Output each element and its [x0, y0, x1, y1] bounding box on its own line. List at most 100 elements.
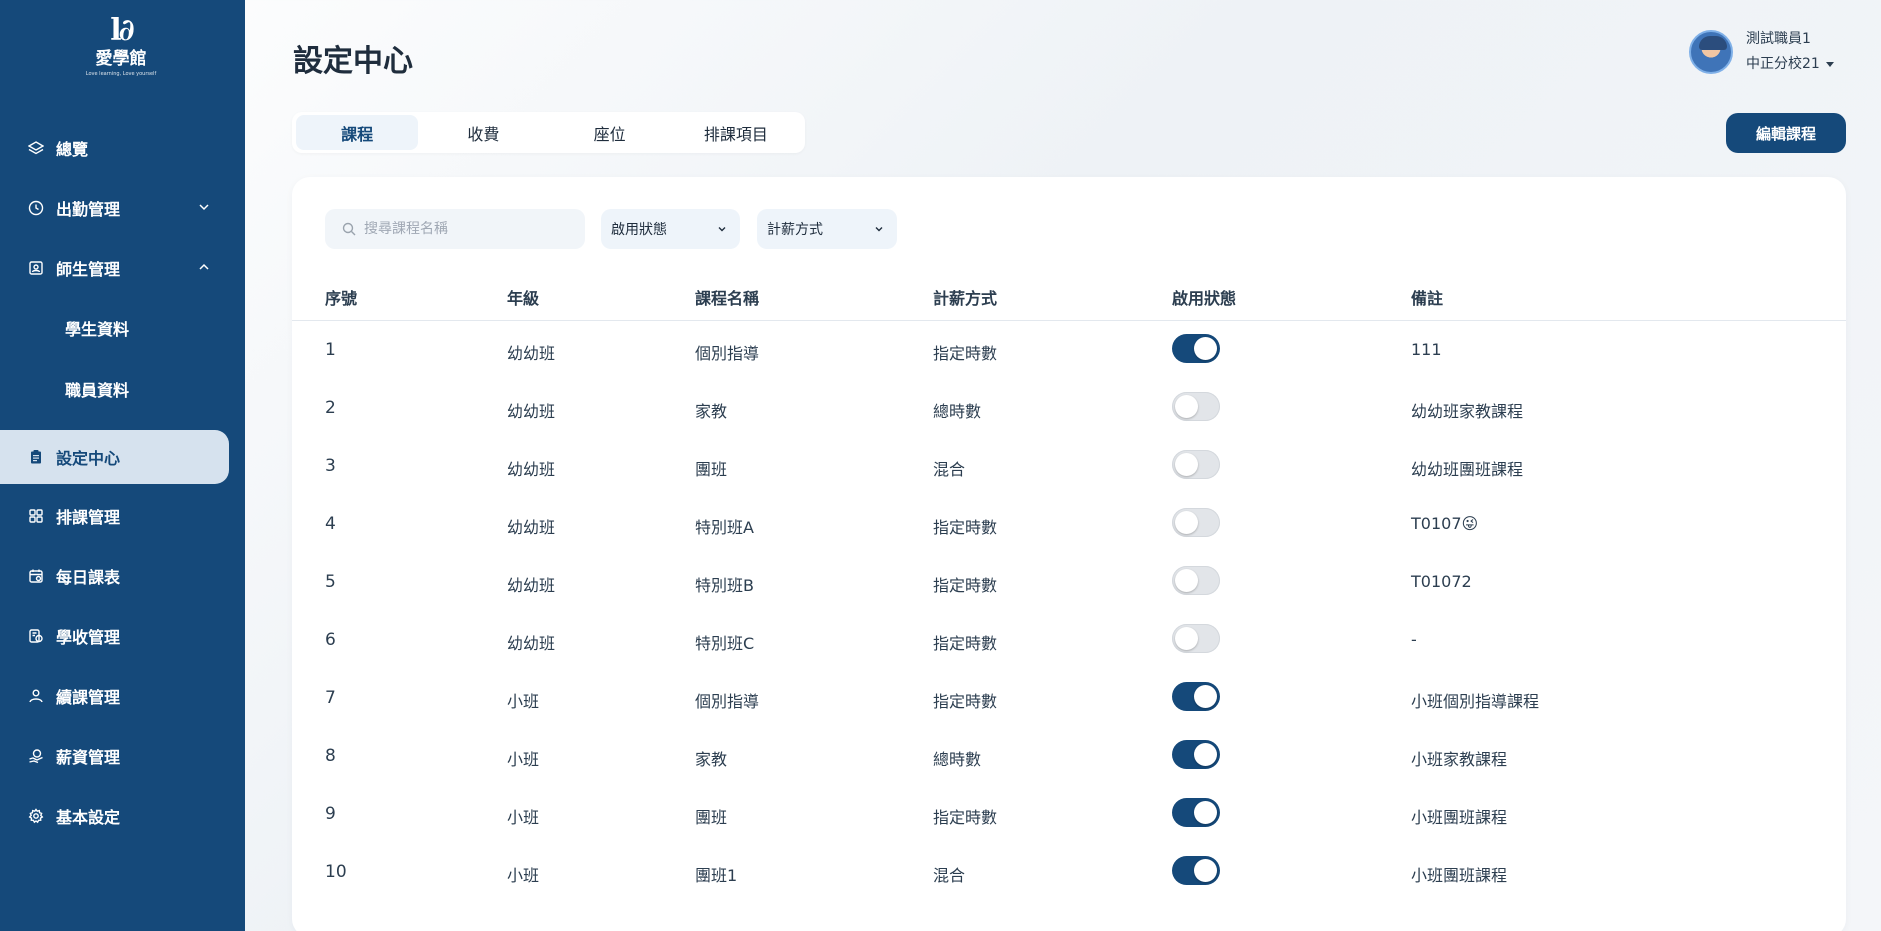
chevron-down-icon[interactable] [197, 200, 211, 214]
status-toggle[interactable] [1172, 334, 1220, 363]
cell-course-name: 團班 [695, 808, 728, 827]
courses-card: 啟用狀態 計薪方式 序號 年級 課程名稱 計薪方式 啟用狀態 備註 1幼幼班個別… [292, 177, 1846, 931]
cell-no: 10 [325, 862, 347, 882]
cell-pay-method: 指定時數 [933, 808, 998, 827]
column-header-status: 啟用狀態 [1172, 289, 1237, 308]
search-icon [342, 222, 356, 236]
sidebar-item-settings-center[interactable]: 設定中心 [0, 430, 229, 484]
sidebar-item-salary[interactable]: 薪資管理 [0, 729, 229, 783]
status-toggle[interactable] [1172, 508, 1220, 537]
table-row: 4 幼幼班 特別班A 指定時數 T0107😜 [292, 496, 1846, 554]
logo-mark: l∂ [110, 13, 134, 48]
cell-no: 4 [325, 514, 336, 534]
cell-no: 3 [325, 456, 336, 476]
cell-course-name: 家教 [695, 402, 728, 421]
cell-course-name: 個別指導 [695, 344, 760, 363]
status-toggle[interactable] [1172, 798, 1220, 827]
status-toggle[interactable] [1172, 392, 1220, 421]
toggle-knob [1194, 685, 1217, 708]
cell-grade: 幼幼班 [507, 402, 556, 421]
status-toggle[interactable] [1172, 450, 1220, 479]
toggle-knob [1175, 569, 1198, 592]
settings-tabs: 課程 收費 座位 排課項目 [292, 112, 805, 153]
table-row: 6 幼幼班 特別班C 指定時數 - [292, 612, 1846, 670]
cell-note: 小班家教課程 [1411, 750, 1508, 769]
toggle-knob [1175, 453, 1198, 476]
status-toggle[interactable] [1172, 566, 1220, 595]
edit-courses-button[interactable]: 編輯課程 [1726, 113, 1846, 153]
toggle-knob [1194, 743, 1217, 766]
coins-icon [28, 628, 44, 644]
avatar[interactable] [1689, 29, 1733, 74]
user-menu[interactable]: 測試職員1 中正分校21 [1689, 29, 1834, 74]
status-toggle[interactable] [1172, 682, 1220, 711]
sidebar-item-attendance[interactable]: 出勤管理 [0, 181, 229, 235]
pay-method-filter-select[interactable]: 計薪方式 [757, 209, 897, 249]
status-toggle[interactable] [1172, 856, 1220, 885]
sidebar-item-label: 學生資料 [65, 320, 130, 339]
toggle-knob [1175, 395, 1198, 418]
cell-course-name: 特別班B [695, 576, 754, 595]
column-header-no: 序號 [325, 289, 358, 308]
sidebar-item-daily-schedule[interactable]: 每日課表 [0, 549, 229, 603]
cell-course-name: 家教 [695, 750, 728, 769]
tab-courses[interactable]: 課程 [296, 115, 419, 150]
sidebar-item-basic-settings[interactable]: 基本設定 [0, 789, 229, 843]
sidebar-item-label: 每日課表 [56, 568, 121, 587]
sidebar-item-overview[interactable]: 總覽 [0, 121, 229, 175]
sidebar-item-label: 總覽 [56, 140, 89, 159]
cell-grade: 幼幼班 [507, 634, 556, 653]
cell-note: 幼幼班家教課程 [1411, 402, 1524, 421]
table-header: 序號 年級 課程名稱 計薪方式 啟用狀態 備註 [292, 269, 1846, 321]
cell-grade: 小班 [507, 692, 540, 711]
cell-no: 5 [325, 572, 336, 592]
cell-course-name: 個別指導 [695, 692, 760, 711]
cell-course-name: 特別班A [695, 518, 754, 537]
cell-no: 6 [325, 630, 336, 650]
table-row: 9 小班 團班 指定時數 小班團班課程 [292, 786, 1846, 844]
cell-no: 2 [325, 398, 336, 418]
caret-down-icon [1825, 61, 1834, 67]
logo-name: 愛學館 [95, 49, 147, 69]
cell-pay-method: 混合 [933, 866, 966, 885]
status-toggle[interactable] [1172, 624, 1220, 653]
table-row: 10 小班 團班1 混合 小班團班課程 [292, 844, 1846, 902]
layers-icon [28, 140, 44, 156]
sidebar-item-staff-data[interactable]: 職員資料 [0, 362, 229, 416]
chevron-down-icon [875, 227, 883, 232]
sidebar: l∂ 愛學館 Love learning, Love yourself 總覽 出… [0, 0, 245, 931]
search-input[interactable] [364, 221, 574, 237]
tab-seats[interactable]: 座位 [549, 115, 671, 150]
branch-selector[interactable]: 中正分校21 [1746, 54, 1834, 74]
cell-note: T01072 [1411, 572, 1472, 591]
cell-grade: 幼幼班 [507, 460, 556, 479]
sidebar-item-fees[interactable]: 學收管理 [0, 609, 229, 663]
status-filter-select[interactable]: 啟用狀態 [601, 209, 740, 249]
chevron-up-icon[interactable] [197, 260, 211, 274]
tab-scheduling-items[interactable]: 排課項目 [675, 115, 797, 150]
cell-note: 幼幼班團班課程 [1411, 460, 1524, 479]
table-row: 7 小班 個別指導 指定時數 小班個別指導課程 [292, 670, 1846, 728]
status-toggle[interactable] [1172, 740, 1220, 769]
cell-pay-method: 總時數 [933, 750, 982, 769]
sidebar-item-label: 師生管理 [56, 260, 121, 279]
sidebar-item-student-data[interactable]: 學生資料 [0, 301, 229, 355]
table-row: 2 幼幼班 家教 總時數 幼幼班家教課程 [292, 380, 1846, 438]
cell-note: 小班團班課程 [1411, 808, 1508, 827]
column-header-grade: 年級 [507, 289, 540, 308]
user-hand-icon [28, 688, 44, 704]
column-header-course-name: 課程名稱 [695, 289, 760, 308]
pay-method-filter-label: 計薪方式 [767, 222, 823, 238]
brand-logo[interactable]: l∂ 愛學館 Love learning, Love yourself [85, 13, 157, 84]
tab-fees[interactable]: 收費 [422, 115, 544, 150]
cell-pay-method: 指定時數 [933, 576, 998, 595]
sidebar-item-scheduling[interactable]: 排課管理 [0, 489, 229, 543]
sidebar-item-renewals[interactable]: 續課管理 [0, 669, 229, 723]
cell-note: 小班個別指導課程 [1411, 692, 1540, 711]
sidebar-item-teachers-students[interactable]: 師生管理 [0, 241, 229, 295]
search-box[interactable] [325, 209, 585, 249]
sidebar-item-label: 薪資管理 [56, 748, 121, 767]
id-card-icon [28, 260, 44, 276]
cell-grade: 小班 [507, 750, 540, 769]
logo-tagline: Love learning, Love yourself [85, 71, 157, 77]
